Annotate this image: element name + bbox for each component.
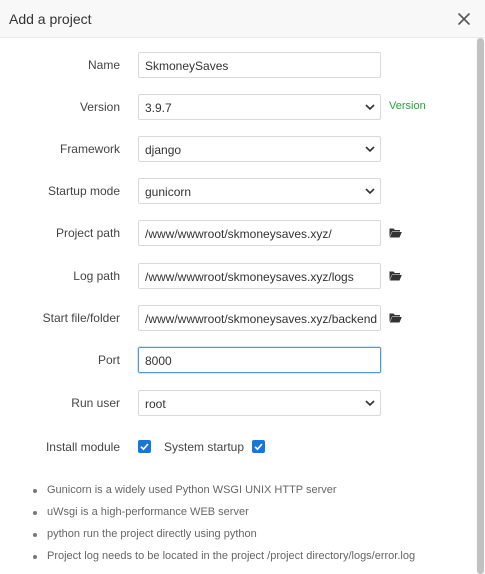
list-item: Project log needs to be located in the p… [33,549,473,571]
start-file-row: Start file/folder /www/wwwroot/skmoneysa… [0,305,470,331]
port-row: Port 8000 [0,347,470,373]
project-path-row: Project path /www/wwwroot/skmoneysaves.x… [0,220,470,246]
version-row: Version 3.9.7 Version [0,94,470,120]
scrollbar-thumb[interactable] [477,38,484,574]
port-value: 8000 [145,354,172,368]
project-path-input[interactable]: /www/wwwroot/skmoneysaves.xyz/ [138,220,381,246]
name-row: Name SkmoneySaves [0,52,470,78]
project-path-label: Project path [55,226,120,240]
version-value: 3.9.7 [145,101,172,115]
list-item: python run the project directly using py… [33,527,473,549]
chevron-down-icon [365,400,375,407]
name-label: Name [87,58,120,72]
note-text: Gunicorn is a widely used Python WSGI UN… [47,484,337,496]
folder-open-icon[interactable] [389,227,402,238]
port-label: Port [97,353,120,367]
run-user-row: Run user root [0,390,470,416]
start-file-label: Start file/folder [42,311,120,325]
close-icon[interactable] [455,10,473,28]
dialog-titlebar: Add a project [0,0,485,38]
options-row: Install module System startup [0,438,470,456]
chevron-down-icon [365,146,375,153]
system-startup-label: System startup [164,440,245,454]
startup-mode-row: Startup mode gunicorn [0,178,470,204]
log-path-row: Log path /www/wwwroot/skmoneysaves.xyz/l… [0,263,470,289]
checkmark-icon [254,443,263,451]
dialog-title: Add a project [9,11,92,27]
framework-select[interactable]: django [138,136,381,162]
framework-value: django [145,143,182,157]
startup-mode-select[interactable]: gunicorn [138,178,381,204]
bullet-icon [33,555,37,559]
version-hint: Version [389,100,426,112]
framework-label: Framework [59,142,120,156]
version-label: Version [79,100,120,114]
note-text: python run the project directly using py… [47,528,257,540]
bullet-icon [33,489,37,493]
startup-mode-value: gunicorn [145,185,192,199]
startup-mode-label: Startup mode [47,184,120,198]
system-startup-checkbox[interactable] [252,440,265,453]
list-item: uWsgi is a high-performance WEB server [33,505,473,527]
note-text: Project log needs to be located in the p… [47,550,416,562]
bullet-icon [33,533,37,537]
log-path-input[interactable]: /www/wwwroot/skmoneysaves.xyz/logs [138,263,381,289]
run-user-label: Run user [71,396,120,410]
name-input[interactable]: SkmoneySaves [138,52,381,78]
install-module-checkbox[interactable] [138,440,151,453]
note-text: uWsgi is a high-performance WEB server [47,506,249,518]
run-user-select[interactable]: root [138,390,381,416]
log-path-value: /www/wwwroot/skmoneysaves.xyz/logs [145,270,354,284]
start-file-input[interactable]: /www/wwwroot/skmoneysaves.xyz/backend [138,305,381,331]
name-value: SkmoneySaves [145,59,229,73]
folder-open-icon[interactable] [389,270,402,281]
install-module-label: Install module [45,440,120,454]
start-file-value: /www/wwwroot/skmoneysaves.xyz/backend [145,312,378,326]
version-select[interactable]: 3.9.7 [138,94,381,120]
bullet-icon [33,511,37,515]
chevron-down-icon [365,104,375,111]
help-notes: Gunicorn is a widely used Python WSGI UN… [33,483,473,571]
port-input[interactable]: 8000 [138,347,381,373]
run-user-value: root [145,397,166,411]
list-item: Gunicorn is a widely used Python WSGI UN… [33,483,473,505]
checkmark-icon [140,443,149,451]
project-path-value: /www/wwwroot/skmoneysaves.xyz/ [145,227,332,241]
log-path-label: Log path [73,269,120,283]
chevron-down-icon [365,188,375,195]
framework-row: Framework django [0,136,470,162]
folder-open-icon[interactable] [389,312,402,323]
